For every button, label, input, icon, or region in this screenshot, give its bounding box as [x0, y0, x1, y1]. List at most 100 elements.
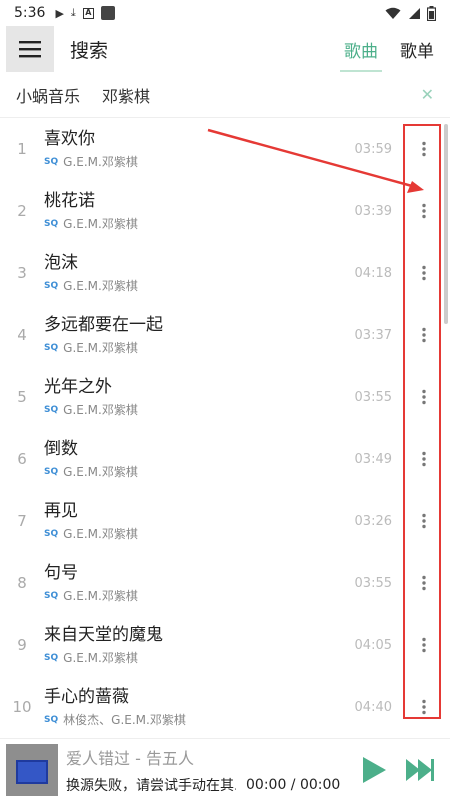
song-row[interactable]: 3 泡沫 SQ G.E.M.邓紫棋 04:18 [0, 242, 450, 304]
song-index: 1 [17, 140, 27, 158]
song-title: 桃花诺 [44, 191, 95, 211]
more-vert-icon [422, 699, 426, 715]
song-duration: 03:37 [354, 327, 392, 343]
song-row[interactable]: 5 光年之外 SQ G.E.M.邓紫棋 03:55 [0, 366, 450, 428]
menu-button[interactable] [6, 26, 54, 72]
quality-badge: SQ [44, 590, 59, 601]
song-duration: 03:55 [354, 389, 392, 405]
song-index: 4 [17, 326, 27, 344]
battery-icon [427, 5, 436, 21]
song-info: 光年之外 SQ G.E.M.邓紫棋 [44, 376, 342, 418]
wifi-icon [385, 7, 401, 19]
more-vert-icon [422, 203, 426, 219]
song-meta: SQ G.E.M.邓紫棋 [44, 277, 342, 294]
song-row[interactable]: 8 句号 SQ G.E.M.邓紫棋 03:55 [0, 552, 450, 614]
more-options-button[interactable] [412, 633, 436, 657]
song-info: 桃花诺 SQ G.E.M.邓紫棋 [44, 190, 342, 232]
song-info: 句号 SQ G.E.M.邓紫棋 [44, 562, 342, 604]
song-index: 8 [17, 574, 27, 592]
song-artist: G.E.M.邓紫棋 [63, 341, 138, 355]
download-notification-icon: ⤓ [70, 6, 76, 19]
quality-badge: SQ [44, 156, 59, 167]
song-info: 倒数 SQ G.E.M.邓紫棋 [44, 438, 342, 480]
more-vert-icon [422, 575, 426, 591]
song-duration: 03:59 [354, 141, 392, 157]
more-vert-icon [422, 265, 426, 281]
tab-songs[interactable]: 歌曲 [340, 33, 382, 72]
song-title: 来自天堂的魔鬼 [44, 625, 163, 645]
more-options-button[interactable] [412, 261, 436, 285]
play-icon [363, 756, 386, 783]
song-duration: 04:05 [354, 637, 392, 653]
song-row[interactable]: 2 桃花诺 SQ G.E.M.邓紫棋 03:39 [0, 180, 450, 242]
song-artist: G.E.M.邓紫棋 [63, 217, 138, 231]
more-options-button[interactable] [412, 199, 436, 223]
song-meta: SQ 林俊杰、G.E.M.邓紫棋 [44, 711, 342, 728]
song-info: 再见 SQ G.E.M.邓紫棋 [44, 500, 342, 542]
close-icon[interactable]: ✕ [421, 85, 434, 104]
song-index: 5 [17, 388, 27, 406]
song-duration: 03:26 [354, 513, 392, 529]
source-chip[interactable]: 小蜗音乐 [16, 83, 80, 107]
tab-playlists[interactable]: 歌单 [400, 33, 434, 66]
next-button[interactable] [404, 754, 436, 786]
signal-icon [409, 7, 420, 19]
play-notification-icon: ▶ [55, 6, 64, 20]
song-row[interactable]: 4 多远都要在一起 SQ G.E.M.邓紫棋 03:37 [0, 304, 450, 366]
song-artist: G.E.M.邓紫棋 [63, 651, 138, 665]
more-options-button[interactable] [412, 447, 436, 471]
song-info: 来自天堂的魔鬼 SQ G.E.M.邓紫棋 [44, 624, 342, 666]
song-artist: G.E.M.邓紫棋 [63, 155, 138, 169]
song-title: 再见 [44, 501, 78, 521]
song-info: 泡沫 SQ G.E.M.邓紫棋 [44, 252, 342, 294]
song-meta: SQ G.E.M.邓紫棋 [44, 401, 342, 418]
more-options-button[interactable] [412, 323, 436, 347]
song-row[interactable]: 10 手心的蔷薇 SQ 林俊杰、G.E.M.邓紫棋 04:40 [0, 676, 450, 738]
song-meta: SQ G.E.M.邓紫棋 [44, 463, 342, 480]
song-artist: G.E.M.邓紫棋 [63, 279, 138, 293]
song-duration: 03:49 [354, 451, 392, 467]
more-options-button[interactable] [412, 695, 436, 719]
scrollbar[interactable] [444, 124, 448, 324]
more-options-button[interactable] [412, 385, 436, 409]
quality-badge: SQ [44, 652, 59, 663]
more-options-button[interactable] [412, 137, 436, 161]
song-duration: 04:40 [354, 699, 392, 715]
song-title: 光年之外 [44, 377, 112, 397]
keyword-chip[interactable]: 邓紫棋 [102, 83, 150, 107]
song-meta: SQ G.E.M.邓紫棋 [44, 525, 342, 542]
song-row[interactable]: 1 喜欢你 SQ G.E.M.邓紫棋 03:59 [0, 118, 450, 180]
song-row[interactable]: 7 再见 SQ G.E.M.邓紫棋 03:26 [0, 490, 450, 552]
song-row[interactable]: 9 来自天堂的魔鬼 SQ G.E.M.邓紫棋 04:05 [0, 614, 450, 676]
song-index: 9 [17, 636, 27, 654]
song-info: 喜欢你 SQ G.E.M.邓紫棋 [44, 128, 342, 170]
mini-player[interactable]: 爱人错过 - 告五人 换源失败，请尝试手动在其... 00:00 / 00:00 [0, 738, 450, 800]
more-options-button[interactable] [412, 571, 436, 595]
skip-next-icon [406, 758, 434, 781]
now-playing-status: 换源失败，请尝试手动在其... [66, 777, 236, 794]
song-artist: G.E.M.邓紫棋 [63, 527, 138, 541]
song-duration: 04:18 [354, 265, 392, 281]
now-playing-info: 爱人错过 - 告五人 换源失败，请尝试手动在其... 00:00 / 00:00 [66, 745, 358, 795]
more-options-button[interactable] [412, 509, 436, 533]
song-row[interactable]: 6 倒数 SQ G.E.M.邓紫棋 03:49 [0, 428, 450, 490]
quality-badge: SQ [44, 404, 59, 415]
song-artist: G.E.M.邓紫棋 [63, 465, 138, 479]
album-cover[interactable] [6, 743, 58, 796]
search-filter-bar: 小蜗音乐 邓紫棋 ✕ [0, 72, 450, 118]
song-meta: SQ G.E.M.邓紫棋 [44, 339, 342, 356]
song-meta: SQ G.E.M.邓紫棋 [44, 153, 342, 170]
quality-badge: SQ [44, 342, 59, 353]
song-index: 10 [12, 698, 32, 716]
song-meta: SQ G.E.M.邓紫棋 [44, 649, 342, 666]
song-title: 泡沫 [44, 253, 78, 273]
app-notification-icon: A [82, 7, 94, 19]
play-button[interactable] [358, 754, 390, 786]
more-vert-icon [422, 389, 426, 405]
more-vert-icon [422, 141, 426, 157]
hamburger-menu-icon [19, 41, 41, 58]
notification-icons: ▶ ⤓ A [55, 6, 115, 20]
system-icons [385, 5, 436, 21]
app-square-icon [100, 6, 115, 20]
song-info: 手心的蔷薇 SQ 林俊杰、G.E.M.邓紫棋 [44, 686, 342, 728]
